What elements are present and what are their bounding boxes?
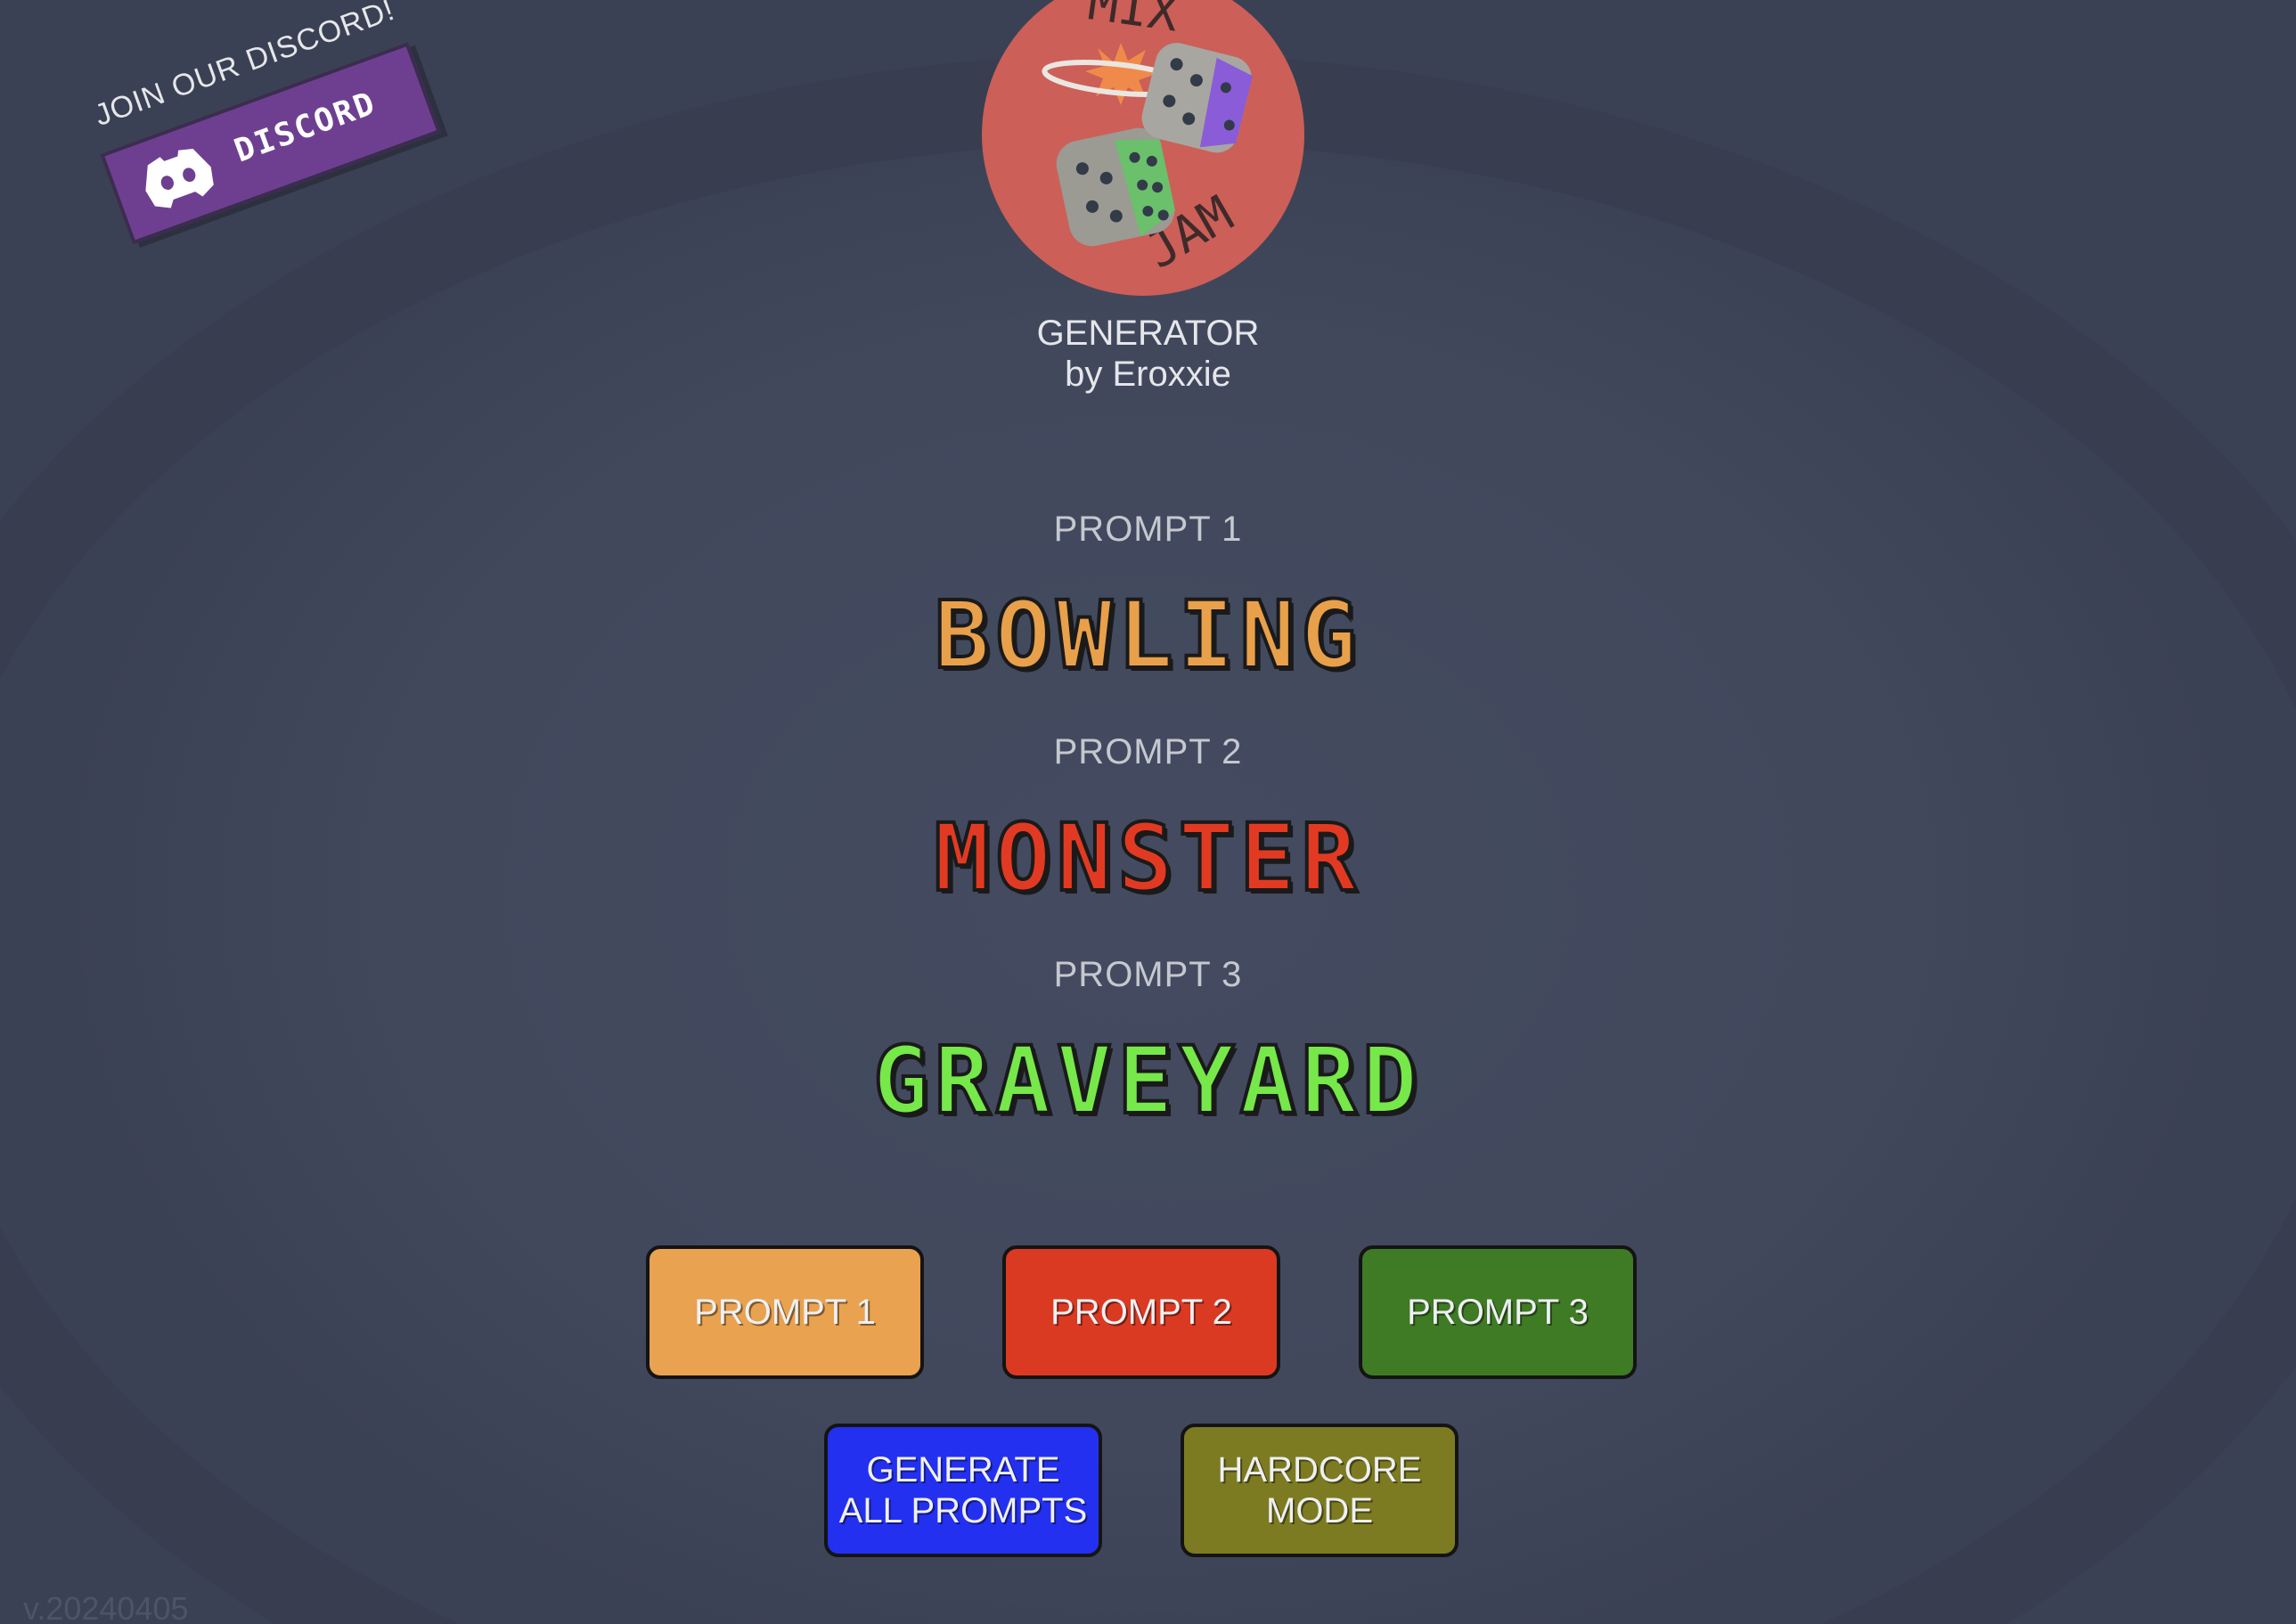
- hardcore-mode-button[interactable]: HARDCORE MODE: [1181, 1424, 1458, 1557]
- discord-icon: [145, 149, 214, 208]
- prompt-1-button[interactable]: PROMPT 1: [646, 1245, 924, 1379]
- prompt-1-word: BOWLING: [932, 579, 1362, 691]
- prompt-3-label: PROMPT 3: [1053, 955, 1243, 994]
- version-label: v.20240405: [23, 1590, 189, 1624]
- prompt-3-word: GRAVEYARD: [871, 1024, 1424, 1137]
- prompt-1-label: PROMPT 1: [1053, 510, 1243, 549]
- discord-button-label: DISCORD: [229, 85, 381, 170]
- prompt-2-word: MONSTER: [932, 802, 1362, 914]
- prompt-2-button[interactable]: PROMPT 2: [1002, 1245, 1280, 1379]
- generator-title: GENERATOR: [1036, 314, 1260, 353]
- discord-banner[interactable]: JOIN OUR DISCORD! DISCORD: [64, 0, 453, 274]
- generator-page: JOIN OUR DISCORD! DISCORD MIX JAM GENERA…: [0, 0, 2296, 1624]
- generate-all-prompts-button[interactable]: GENERATE ALL PROMPTS: [824, 1424, 1102, 1557]
- prompt-2-label: PROMPT 2: [1053, 732, 1243, 771]
- generator-author: by Eroxxie: [1065, 355, 1231, 394]
- prompt-3-button[interactable]: PROMPT 3: [1359, 1245, 1637, 1379]
- mix-jam-logo: MIX JAM: [982, 0, 1304, 296]
- discord-button[interactable]: DISCORD: [100, 42, 442, 245]
